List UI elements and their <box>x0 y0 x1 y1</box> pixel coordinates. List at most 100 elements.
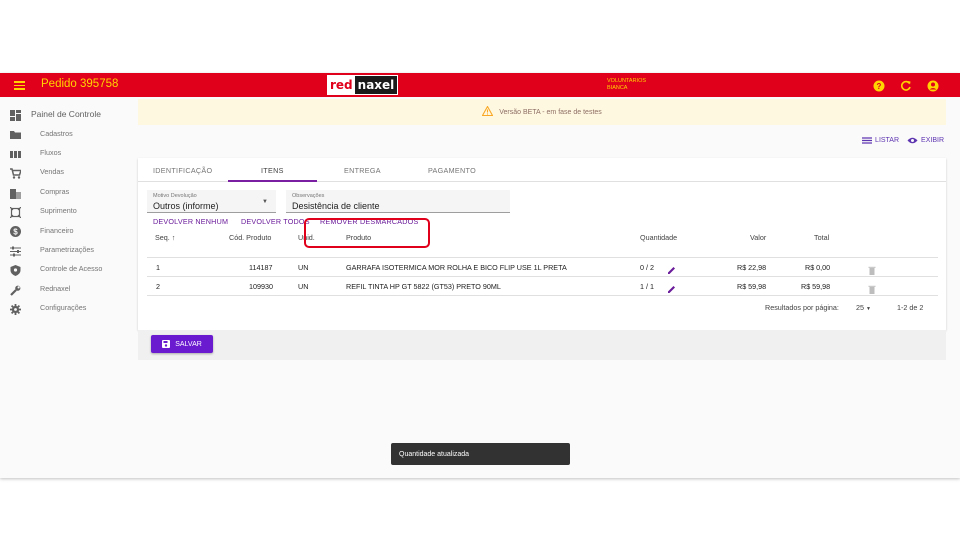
sidebar-item-controle-de-acesso[interactable]: Controle de Acesso <box>0 259 130 278</box>
sidebar-item-rednaxel[interactable]: Rednaxel <box>0 279 130 298</box>
rows-per-page-label: Resultados por página: <box>765 303 839 312</box>
sidebar-item-configuracoes[interactable]: Configurações <box>0 298 130 317</box>
chevron-down-icon: ▼ <box>262 199 268 205</box>
building-icon <box>10 186 21 199</box>
notes-value: Desistência de cliente <box>292 201 380 211</box>
sidebar-item-label: Fluxos <box>40 147 62 157</box>
beta-banner-text: Versão BETA - em fase de testes <box>499 108 602 116</box>
beta-banner: Versão BETA - em fase de testes <box>138 99 946 125</box>
snackbar-text: Quantidade atualizada <box>399 450 470 458</box>
columns-icon <box>10 147 21 158</box>
view-links: LISTAR EXIBIR <box>862 137 944 144</box>
col-header-code: Cód. Produto <box>229 233 272 242</box>
user-info: VOLUNTARIOS BIANCA <box>607 78 646 92</box>
tab-itens[interactable]: ITENS <box>261 166 284 175</box>
shield-icon <box>10 263 21 277</box>
svg-text:?: ? <box>877 82 882 91</box>
sidebar-item-label: Financeiro <box>40 225 74 235</box>
cell-product: GARRAFA ISOTERMICA MOR ROLHA E BICO FLIP… <box>346 263 567 272</box>
cell-qty: 1 / 1 <box>640 282 654 291</box>
card-actions-bar <box>138 330 946 360</box>
sidebar-item-cadastros[interactable]: Cadastros <box>0 123 130 142</box>
user-line-2: BIANCA <box>607 85 628 91</box>
sidebar-item-fluxos[interactable]: Fluxos <box>0 143 130 162</box>
page-title: Pedido 395758 <box>41 78 119 90</box>
refresh-icon[interactable] <box>900 79 912 91</box>
sidebar-item-label: Vendas <box>40 167 64 177</box>
cell-product: REFIL TINTA HP GT 5822 (GT53) PRETO 90ML <box>346 282 501 291</box>
col-header-seq-label: Seq. <box>155 233 170 242</box>
sidebar-item-label: Parametrizações <box>40 244 94 254</box>
rednaxel-logo[interactable]: red naxel <box>327 75 398 95</box>
folder-icon <box>10 127 21 140</box>
sidebar-item-label: Controle de Acesso <box>40 264 103 274</box>
save-button[interactable]: SALVAR <box>151 335 213 353</box>
cell-value: R$ 22,98 <box>737 263 767 272</box>
col-header-qty: Quantidade <box>640 233 678 242</box>
account-icon[interactable] <box>927 79 939 92</box>
cell-unit: UN <box>298 282 309 291</box>
top-bar: Pedido 395758 red naxel VOLUNTARIOS BIAN… <box>0 73 960 97</box>
sidebar-item-label: Painel de Controle <box>31 108 101 119</box>
table-row: 1 114187 UN GARRAFA ISOTERMICA MOR ROLHA… <box>147 258 938 277</box>
sidebar-item-vendas[interactable]: Vendas <box>0 162 130 181</box>
return-reason-value: Outros (informe) <box>153 201 219 211</box>
list-icon <box>862 137 873 144</box>
sidebar-item-dashboard[interactable]: Painel de Controle <box>0 104 130 123</box>
show-button[interactable]: EXIBIR <box>907 137 944 144</box>
return-all-button[interactable]: DEVOLVER TODOS <box>241 217 310 226</box>
sidebar-item-label: Compras <box>40 186 70 196</box>
edit-icon[interactable] <box>667 262 676 274</box>
tab-pagamento[interactable]: PAGAMENTO <box>428 166 476 175</box>
cell-unit: UN <box>298 263 309 272</box>
col-header-seq[interactable]: Seq. ↑ <box>155 233 175 242</box>
help-icon[interactable]: ? <box>873 79 885 92</box>
edit-icon[interactable] <box>667 281 676 293</box>
sidebar-item-label: Configurações <box>40 303 87 313</box>
app-window: Pedido 395758 red naxel VOLUNTARIOS BIAN… <box>0 73 960 478</box>
tab-identificacao[interactable]: IDENTIFICAÇÃO <box>153 166 212 175</box>
return-reason-select[interactable]: Motivo Devolução Outros (informe) ▼ <box>147 190 276 213</box>
cell-value: R$ 59,98 <box>737 282 767 291</box>
list-button[interactable]: LISTAR <box>862 137 899 144</box>
cell-code: 114187 <box>249 263 273 272</box>
pagination-range: 1-2 de 2 <box>897 303 924 312</box>
svg-text:$: $ <box>13 228 18 237</box>
rows-per-page-select[interactable]: 25 ▼ <box>856 303 871 312</box>
cell-total: R$ 0,00 <box>805 263 831 272</box>
show-label: EXIBIR <box>921 137 944 144</box>
list-label: LISTAR <box>875 137 900 144</box>
cart-icon <box>10 166 23 179</box>
wrench-icon <box>10 283 21 296</box>
sliders-icon <box>10 244 21 257</box>
logo-red-text: red <box>328 76 355 94</box>
gear-icon <box>10 302 21 315</box>
return-none-button[interactable]: DEVOLVER NENHUM <box>153 217 228 226</box>
sidebar-item-suprimento[interactable]: Suprimento <box>0 201 130 220</box>
snackbar: Quantidade atualizada <box>391 443 570 465</box>
sidebar: Painel de Controle Cadastros Fluxos Vend… <box>0 104 130 317</box>
cell-seq: 2 <box>156 282 160 291</box>
tab-entrega[interactable]: ENTREGA <box>344 166 381 175</box>
notes-field[interactable]: Observações Desistência de cliente <box>286 190 510 213</box>
cell-seq: 1 <box>156 263 160 272</box>
cell-total: R$ 59,98 <box>801 282 831 291</box>
return-reason-label: Motivo Devolução <box>153 193 197 199</box>
save-button-label: SALVAR <box>175 340 202 348</box>
notes-label: Observações <box>292 193 325 199</box>
user-line-1: VOLUNTARIOS <box>607 78 647 84</box>
tab-bar: IDENTIFICAÇÃO ITENS ENTREGA PAGAMENTO <box>138 158 946 182</box>
menu-icon[interactable] <box>14 81 25 90</box>
highlight-box <box>304 218 430 248</box>
col-header-total: Total <box>814 233 830 242</box>
chevron-down-icon: ▼ <box>866 306 871 312</box>
trash-icon[interactable] <box>868 281 876 294</box>
box-icon <box>9 205 22 219</box>
trash-icon[interactable] <box>868 262 876 275</box>
save-icon <box>162 340 171 348</box>
sidebar-item-compras[interactable]: Compras <box>0 182 130 201</box>
sidebar-item-financeiro[interactable]: $ Financeiro <box>0 220 130 239</box>
sidebar-item-parametrizacoes[interactable]: Parametrizações <box>0 240 130 259</box>
col-header-value: Valor <box>750 233 767 242</box>
cell-code: 109930 <box>249 282 273 291</box>
